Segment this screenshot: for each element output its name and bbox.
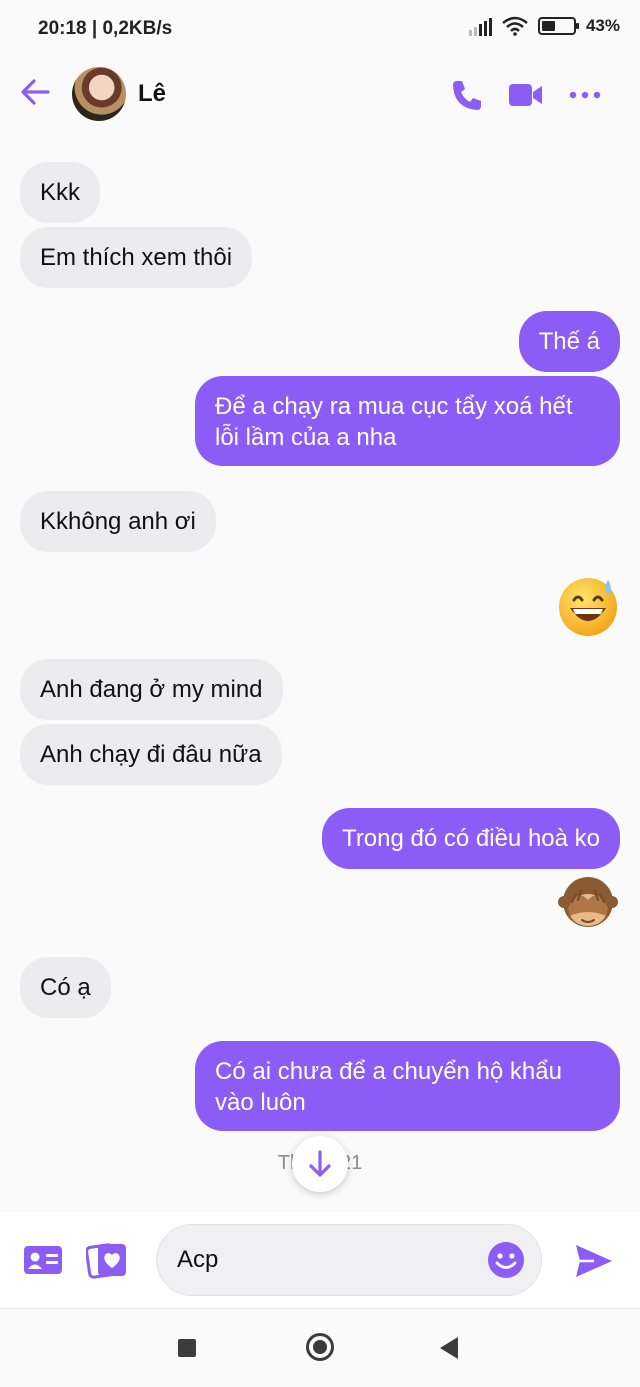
- message-text: Để a chạy ra mua cục tẩy xoá hết lỗi lầm…: [215, 393, 573, 451]
- message-text: Em thích xem thôi: [40, 244, 233, 271]
- message-incoming[interactable]: Kkk: [20, 162, 101, 223]
- emoji-icon[interactable]: [487, 1241, 525, 1279]
- video-camera-icon[interactable]: [506, 76, 544, 114]
- contact-card-icon[interactable]: [22, 1242, 64, 1278]
- grinning-sweat-emoji[interactable]: [556, 574, 620, 638]
- system-navigation-bar: [0, 1308, 640, 1387]
- message-text: Thế á: [538, 328, 600, 355]
- message-outgoing[interactable]: Trong đó có điều hoà ko: [322, 808, 620, 869]
- message-incoming[interactable]: Kkhông anh ơi: [20, 491, 216, 552]
- see-no-evil-monkey-emoji[interactable]: [558, 872, 618, 932]
- battery-icon: [537, 17, 579, 35]
- recent-apps-icon[interactable]: [178, 1339, 196, 1357]
- message-incoming[interactable]: Có ạ: [20, 957, 111, 1018]
- chat-header: Lê: [0, 60, 640, 130]
- home-icon[interactable]: [306, 1333, 334, 1361]
- message-text: Kkhông anh ơi: [40, 508, 196, 535]
- message-incoming[interactable]: Anh chạy đi đâu nữa: [20, 724, 282, 785]
- back-arrow-icon[interactable]: [18, 74, 54, 110]
- message-outgoing[interactable]: Có ai chưa để a chuyển hộ khẩu vào luôn: [195, 1041, 620, 1131]
- message-incoming[interactable]: Em thích xem thôi: [20, 227, 253, 288]
- contact-avatar[interactable]: [72, 67, 126, 121]
- message-input-value: Acp: [177, 1246, 219, 1273]
- message-composer: Acp: [0, 1212, 640, 1308]
- message-outgoing[interactable]: Thế á: [518, 311, 620, 372]
- message-text: Có ai chưa để a chuyển hộ khẩu vào luôn: [215, 1058, 562, 1116]
- message-text: Anh đang ở my mind: [40, 676, 263, 703]
- message-outgoing[interactable]: Để a chạy ra mua cục tẩy xoá hết lỗi lầm…: [195, 376, 620, 466]
- phone-icon[interactable]: [448, 76, 486, 114]
- contact-name[interactable]: Lê: [138, 80, 166, 108]
- signal-icon: [468, 16, 492, 36]
- scroll-to-bottom-button[interactable]: [292, 1136, 348, 1192]
- message-input[interactable]: Acp: [156, 1224, 542, 1296]
- arrow-down-icon: [309, 1150, 331, 1177]
- photo-stack-icon[interactable]: [86, 1240, 128, 1280]
- message-text: Có ạ: [40, 974, 91, 1001]
- system-back-icon[interactable]: [440, 1337, 458, 1359]
- wifi-icon: [502, 16, 528, 36]
- message-text: Kkk: [40, 179, 81, 206]
- status-bar: 20:18 | 0,2KB/s 43%: [0, 0, 640, 60]
- status-time: 20:18 | 0,2KB/s: [38, 18, 173, 39]
- message-text: Trong đó có điều hoà ko: [342, 825, 600, 852]
- message-incoming[interactable]: Anh đang ở my mind: [20, 659, 283, 720]
- status-indicators: 43%: [468, 16, 620, 36]
- more-dots-icon[interactable]: [566, 76, 604, 114]
- battery-percent: 43%: [585, 16, 620, 35]
- send-icon[interactable]: [574, 1242, 614, 1280]
- message-text: Anh chạy đi đâu nữa: [40, 741, 262, 768]
